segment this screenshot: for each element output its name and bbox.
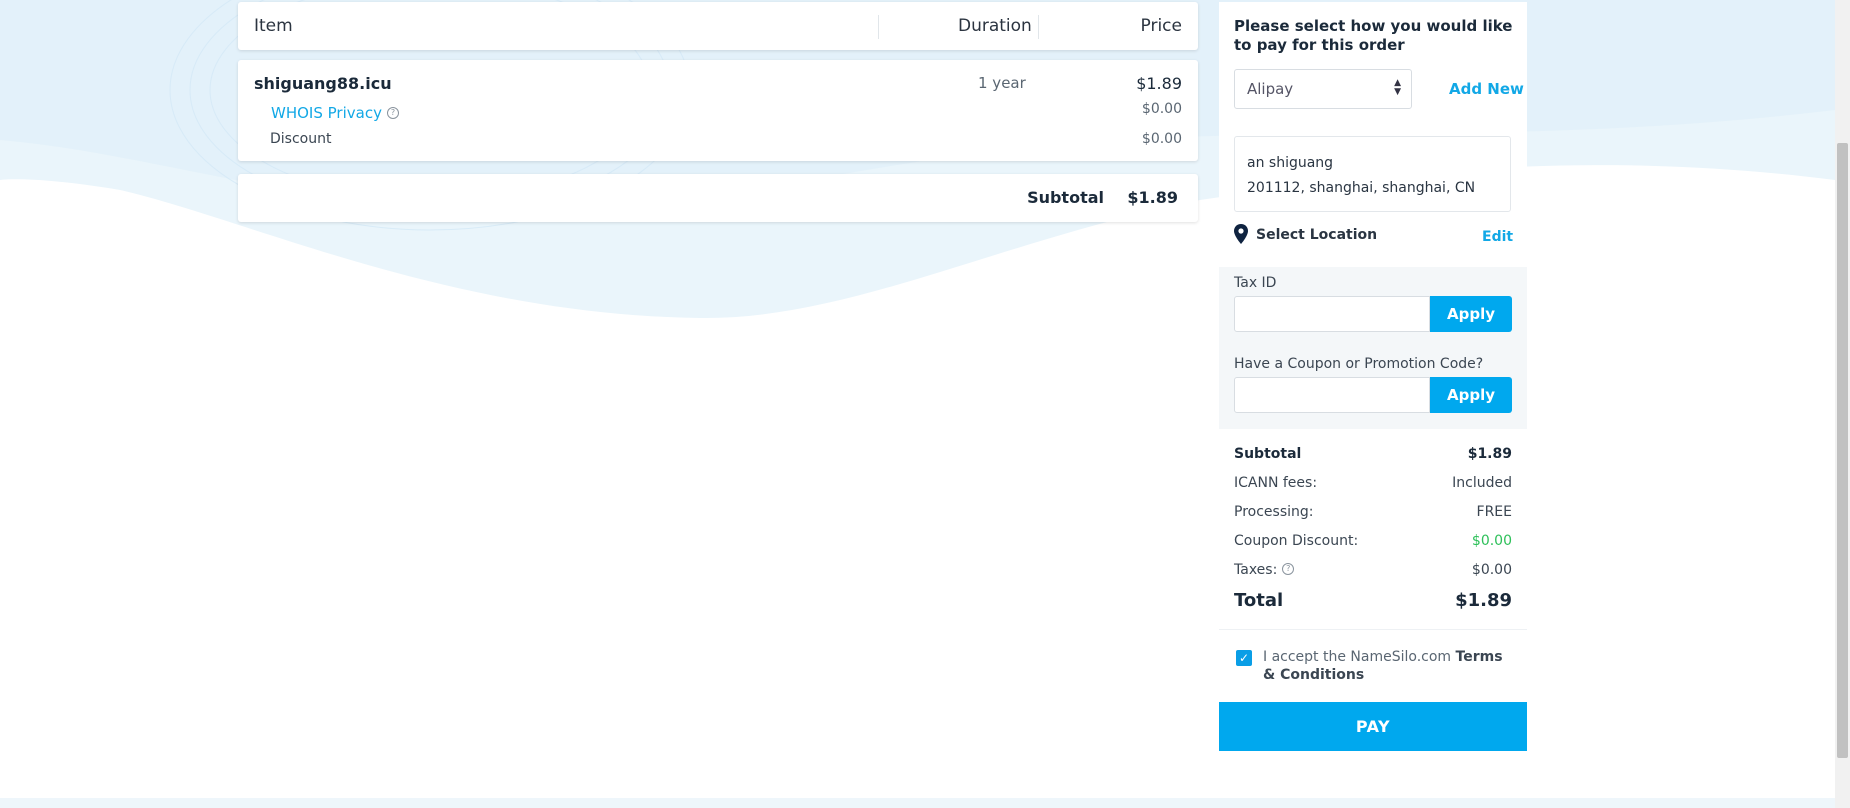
- billing-address: an shiguang 201112, shanghai, shanghai, …: [1234, 136, 1511, 212]
- terms-prefix: I accept the NameSilo.com: [1263, 649, 1452, 665]
- summary-coupon-label: Coupon Discount:: [1234, 533, 1359, 549]
- summary-processing-label: Processing:: [1234, 504, 1314, 520]
- summary-icann-label: ICANN fees:: [1234, 475, 1318, 491]
- column-separator: [1038, 15, 1039, 39]
- order-subtotal: Subtotal $1.89: [238, 174, 1198, 222]
- map-pin-icon: [1234, 224, 1248, 244]
- discount-price: $0.00: [1141, 131, 1182, 147]
- summary-subtotal: Subtotal $1.89: [1234, 446, 1512, 462]
- column-item: Item: [254, 16, 293, 36]
- summary-coupon: Coupon Discount: $0.00: [1234, 533, 1512, 549]
- coupon-label: Have a Coupon or Promotion Code?: [1234, 356, 1484, 372]
- sort-arrows-icon: ▲ ▼: [1394, 78, 1401, 97]
- select-location-label: Select Location: [1256, 227, 1378, 243]
- summary-icann: ICANN fees: Included: [1234, 475, 1512, 491]
- footer-strip: [0, 798, 1835, 808]
- order-items: shiguang88.icu 1 year $1.89 WHOIS Privac…: [238, 60, 1198, 161]
- scrollbar-thumb[interactable]: [1837, 143, 1848, 758]
- summary-taxes-value: $0.00: [1471, 562, 1512, 578]
- codes-section: Tax ID Apply Have a Coupon or Promotion …: [1219, 267, 1527, 429]
- checkmark-icon: ✓: [1238, 651, 1250, 665]
- summary-total-value: $1.89: [1455, 590, 1512, 611]
- summary-total: Total $1.89: [1234, 590, 1512, 611]
- checkout-panel: Please select how you would like to pay …: [1219, 2, 1527, 751]
- payment-title: Please select how you would like to pay …: [1234, 17, 1513, 54]
- address-line: 201112, shanghai, shanghai, CN: [1247, 180, 1476, 196]
- subtotal-value: $1.89: [1127, 188, 1178, 207]
- summary-subtotal-label: Subtotal: [1234, 446, 1302, 462]
- edit-address-link[interactable]: Edit: [1482, 229, 1513, 245]
- terms-text: I accept the NameSilo.com Terms & Condit…: [1263, 648, 1513, 684]
- discount-label: Discount: [270, 131, 332, 147]
- domain-name: shiguang88.icu: [254, 74, 392, 93]
- whois-privacy-row: WHOIS Privacy?: [271, 104, 399, 122]
- address-name: an shiguang: [1247, 155, 1334, 171]
- tax-id-input[interactable]: [1234, 296, 1430, 332]
- help-icon[interactable]: ?: [1282, 563, 1295, 575]
- summary-total-label: Total: [1234, 590, 1284, 611]
- payment-method-value: Alipay: [1247, 80, 1294, 98]
- summary-processing: Processing: FREE: [1234, 504, 1512, 520]
- order-table-header: Item Duration Price: [238, 2, 1198, 50]
- whois-privacy-link[interactable]: WHOIS Privacy: [271, 104, 382, 122]
- summary-subtotal-value: $1.89: [1467, 446, 1512, 462]
- coupon-input[interactable]: [1234, 377, 1430, 413]
- divider: [1219, 629, 1527, 630]
- help-icon[interactable]: ?: [386, 107, 399, 119]
- summary-processing-value: FREE: [1476, 504, 1512, 520]
- column-price: Price: [1140, 16, 1182, 36]
- column-duration: Duration: [958, 16, 1032, 36]
- tax-id-label: Tax ID: [1234, 275, 1277, 291]
- tax-apply-button[interactable]: Apply: [1430, 296, 1512, 332]
- domain-price: $1.89: [1136, 74, 1182, 93]
- summary-taxes: Taxes:? $0.00: [1234, 562, 1512, 578]
- select-location-row[interactable]: Select Location: [1234, 224, 1377, 244]
- terms-checkbox[interactable]: ✓: [1236, 650, 1252, 666]
- add-new-payment-link[interactable]: Add New: [1449, 80, 1524, 98]
- pay-button[interactable]: PAY: [1219, 702, 1527, 751]
- domain-duration: 1 year: [978, 74, 1026, 92]
- summary-taxes-label: Taxes:: [1234, 562, 1278, 578]
- summary-icann-value: Included: [1452, 475, 1512, 491]
- column-separator: [878, 15, 879, 39]
- subtotal-label: Subtotal: [1027, 188, 1104, 207]
- summary-coupon-value: $0.00: [1471, 533, 1512, 549]
- whois-price: $0.00: [1141, 101, 1182, 117]
- payment-method-select[interactable]: Alipay ▲ ▼: [1234, 69, 1412, 109]
- coupon-apply-button[interactable]: Apply: [1430, 377, 1512, 413]
